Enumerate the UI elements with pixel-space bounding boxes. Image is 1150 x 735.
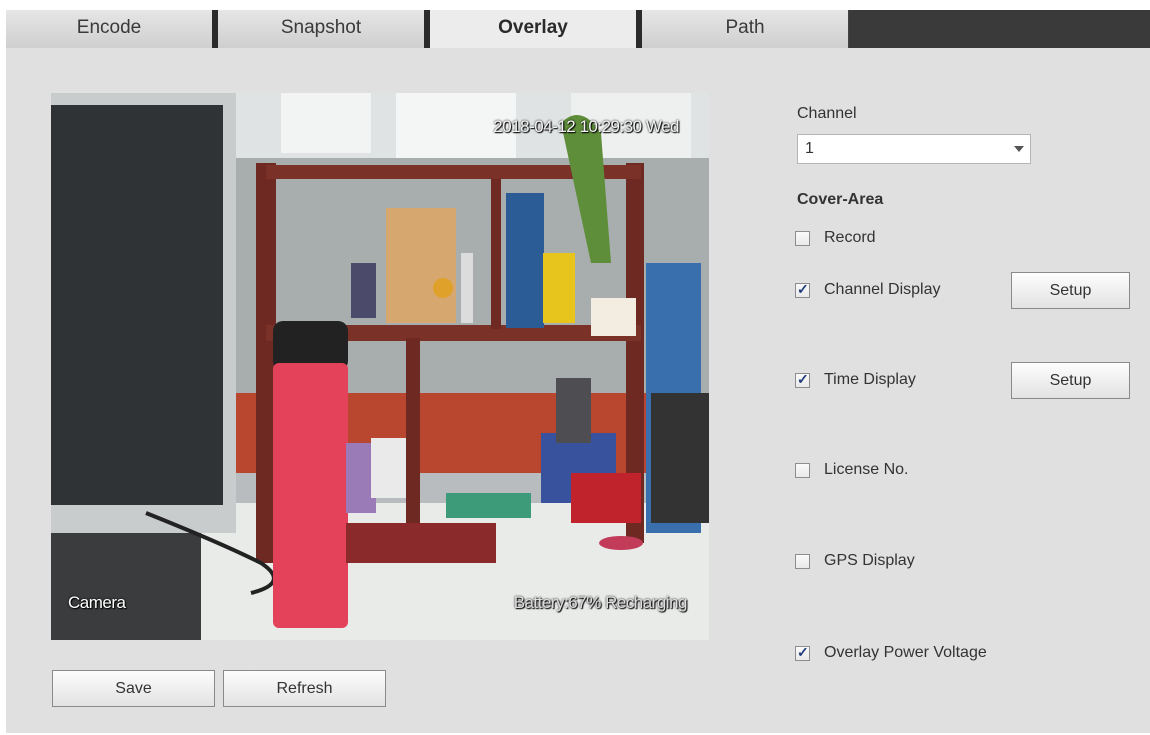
- gps-display-label: GPS Display: [824, 552, 915, 569]
- save-button[interactable]: Save: [52, 670, 215, 707]
- tab-overlay[interactable]: Overlay: [424, 10, 636, 48]
- overlay-settings-panel: Encode Snapshot Overlay Path 2018-04-12 …: [6, 10, 1150, 733]
- chevron-down-icon: [1014, 146, 1024, 152]
- license-no-label: License No.: [824, 461, 909, 478]
- channel-display-setup-button[interactable]: Setup: [1011, 272, 1130, 309]
- license-no-checkbox[interactable]: [795, 462, 810, 478]
- time-overlay: 2018-04-12 10:29:30 Wed: [493, 117, 679, 136]
- gps-display-checkbox[interactable]: [795, 553, 810, 569]
- channel-display-checkbox[interactable]: [795, 281, 810, 298]
- time-display-setup-button[interactable]: Setup: [1011, 362, 1130, 399]
- channel-select[interactable]: 1: [797, 134, 1031, 164]
- gps-display-checkbox-row[interactable]: GPS Display: [795, 551, 915, 571]
- tab-bar-filler: [848, 10, 1150, 48]
- tab-bar: Encode Snapshot Overlay Path: [6, 10, 1150, 48]
- refresh-button[interactable]: Refresh: [223, 670, 386, 707]
- overlay-power-voltage-checkbox[interactable]: [795, 644, 810, 661]
- record-label: Record: [824, 229, 876, 246]
- channel-label: Channel: [797, 105, 857, 122]
- tab-encode[interactable]: Encode: [6, 10, 212, 48]
- time-display-checkbox-row[interactable]: Time Display: [795, 370, 916, 390]
- time-display-label: Time Display: [824, 371, 916, 388]
- power-voltage-overlay: Battery:67% Recharging: [513, 593, 688, 612]
- overlay-power-voltage-label: Overlay Power Voltage: [824, 644, 987, 661]
- cover-area-label: Cover-Area: [797, 191, 884, 208]
- channel-display-checkbox-row[interactable]: Channel Display: [795, 280, 941, 300]
- video-preview: 2018-04-12 10:29:30 Wed Camera Battery:6…: [51, 93, 709, 640]
- tab-path[interactable]: Path: [636, 10, 848, 48]
- license-no-checkbox-row[interactable]: License No.: [795, 460, 909, 480]
- channel-name-overlay: Camera: [68, 593, 126, 612]
- overlay-power-voltage-checkbox-row[interactable]: Overlay Power Voltage: [795, 643, 987, 663]
- channel-select-value: 1: [805, 140, 814, 157]
- channel-display-label: Channel Display: [824, 281, 941, 298]
- record-checkbox[interactable]: [795, 230, 810, 246]
- time-display-checkbox[interactable]: [795, 371, 810, 388]
- preview-scene-image: [51, 93, 709, 640]
- record-checkbox-row[interactable]: Record: [795, 228, 876, 248]
- tab-snapshot[interactable]: Snapshot: [212, 10, 424, 48]
